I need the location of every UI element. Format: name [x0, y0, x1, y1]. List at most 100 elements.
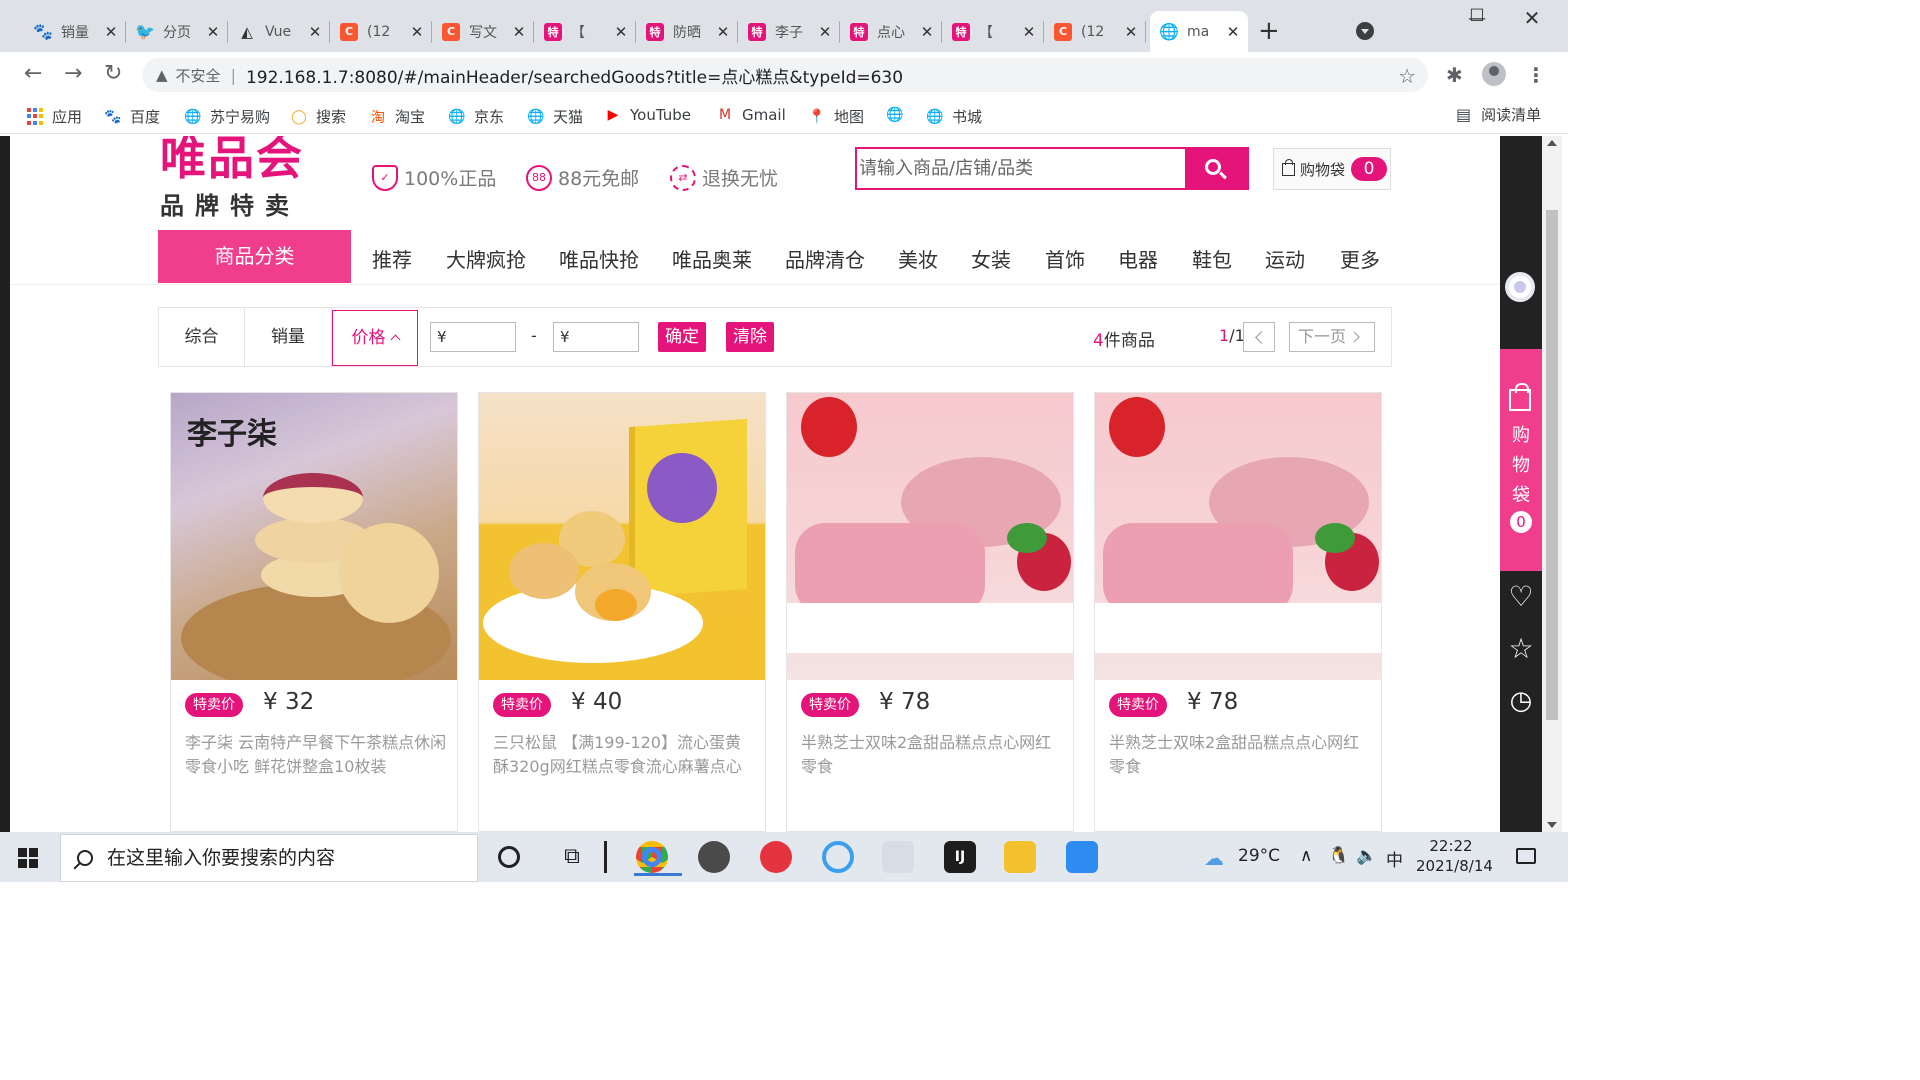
product-title[interactable]: 半熟芝士双味2盒甜品糕点点心网红零食 — [801, 731, 1063, 779]
browser-menu-icon[interactable]: ⋮ — [1526, 63, 1546, 87]
site-search-button[interactable] — [1185, 149, 1247, 188]
nav-item[interactable]: 品牌清仓 — [785, 244, 865, 273]
file-explorer-icon[interactable] — [1004, 841, 1036, 873]
browser-tab[interactable]: 特防晒 ✕ — [636, 11, 738, 52]
max-price-input[interactable] — [553, 322, 639, 352]
tab-search-icon[interactable] — [1356, 22, 1374, 40]
browser-tab[interactable]: C 写文 ✕ — [432, 11, 534, 52]
taskbar-search-input[interactable] — [107, 847, 467, 869]
volume-icon[interactable]: 🔈 — [1356, 846, 1377, 866]
close-tab-icon[interactable]: ✕ — [818, 23, 832, 41]
product-image-egg-yolk-pastry[interactable] — [479, 393, 765, 680]
close-tab-icon[interactable]: ✕ — [104, 23, 118, 41]
nav-item[interactable]: 美妆 — [898, 244, 938, 273]
bookmark-item[interactable]: 📍 地图 — [808, 106, 864, 127]
min-price-input[interactable] — [430, 322, 516, 352]
close-tab-icon[interactable]: ✕ — [1226, 23, 1240, 41]
bookmark-item[interactable]: ◯ 搜索 — [290, 106, 346, 127]
nav-item[interactable]: 更多 — [1340, 244, 1380, 273]
close-window-icon[interactable]: ✕ — [1520, 6, 1544, 30]
monitor-app-icon[interactable] — [882, 841, 914, 873]
task-view-icon[interactable]: ⧉ — [556, 841, 588, 873]
user-photo-app-icon[interactable] — [698, 841, 730, 873]
browser-tab[interactable]: 🐾 销量 ✕ — [24, 11, 126, 52]
star-icon[interactable]: ☆ — [1500, 632, 1542, 665]
bookmark-item[interactable]: ▶ YouTube — [604, 106, 691, 124]
profile-avatar[interactable] — [1482, 62, 1506, 86]
bookmark-item[interactable]: 应用 — [26, 106, 82, 127]
maximize-icon[interactable]: ☐ — [1465, 6, 1489, 26]
bookmark-item[interactable]: 🌐 京东 — [448, 106, 504, 127]
qq-icon[interactable]: 🐧 — [1328, 846, 1349, 866]
nav-item[interactable]: 女装 — [971, 244, 1011, 273]
warning-icon[interactable]: ▲ — [156, 66, 168, 84]
notes-app-icon[interactable] — [1066, 841, 1098, 873]
weather-temperature[interactable]: 29°C — [1238, 846, 1280, 866]
bookmark-item[interactable]: 淘淘宝 — [369, 106, 425, 127]
nav-item[interactable]: 大牌疯抢 — [446, 244, 526, 273]
close-tab-icon[interactable]: ✕ — [410, 23, 424, 41]
page-scrollbar[interactable] — [1542, 136, 1562, 832]
close-tab-icon[interactable]: ✕ — [716, 23, 730, 41]
browser-tab[interactable]: C (12 ✕ — [1044, 11, 1146, 52]
extensions-puzzle-icon[interactable]: ✱ — [1446, 63, 1463, 87]
close-tab-icon[interactable]: ✕ — [512, 23, 526, 41]
price-clear-button[interactable]: 清除 — [726, 322, 774, 352]
notification-icon[interactable] — [1516, 848, 1536, 864]
browser-tab[interactable]: 特李子 ✕ — [738, 11, 840, 52]
reading-list-button[interactable]: ▤ 阅读清单 — [1456, 104, 1541, 125]
site-search-input[interactable] — [857, 149, 1185, 188]
chrome-app-icon[interactable] — [634, 841, 682, 876]
bookmark-item[interactable]: 🌐 苏宁易购 — [184, 106, 270, 127]
weather-cloud-icon[interactable]: ☁ — [1204, 846, 1224, 870]
windows-start-icon[interactable] — [18, 848, 38, 868]
scroll-down-icon[interactable] — [1547, 822, 1557, 828]
netease-music-icon[interactable] — [760, 841, 792, 873]
close-tab-icon[interactable]: ✕ — [1022, 23, 1036, 41]
new-tab-button[interactable]: + — [1258, 18, 1280, 44]
nav-item[interactable]: 推荐 — [372, 244, 412, 273]
browser-tab[interactable]: 🐦 分页 ✕ — [126, 11, 228, 52]
nav-item[interactable]: 唯品奥莱 — [672, 244, 752, 273]
close-tab-icon[interactable]: ✕ — [1124, 23, 1138, 41]
close-tab-icon[interactable]: ✕ — [920, 23, 934, 41]
forward-icon[interactable]: → — [64, 62, 82, 86]
product-card[interactable]: 特卖价 ¥ 40 三只松鼠 【满199-120】流心蛋黄酥320g网红糕点零食流… — [478, 392, 766, 832]
bookmark-item[interactable]: 🌐 书城 — [926, 106, 982, 127]
back-icon[interactable]: ← — [24, 62, 42, 86]
intellij-app-icon[interactable]: IJ — [944, 841, 976, 873]
browser-tab[interactable]: ◭ Vue ✕ — [228, 11, 330, 52]
product-image-cheese-cake[interactable] — [787, 393, 1073, 680]
tray-chevron-up-icon[interactable]: ∧ — [1300, 846, 1312, 866]
product-card[interactable]: 特卖价 ¥ 78 半熟芝士双味2盒甜品糕点点心网红零食 — [1094, 392, 1382, 832]
system-clock[interactable]: 22:22 2021/8/14 — [1416, 836, 1493, 876]
nav-item[interactable]: 电器 — [1118, 244, 1158, 273]
sidebar-cart-button[interactable]: 购物袋 0 — [1500, 349, 1542, 571]
user-avatar-icon[interactable] — [1505, 272, 1535, 302]
sort-price[interactable]: 价格 — [332, 310, 418, 366]
prev-page-button[interactable] — [1243, 322, 1275, 352]
close-tab-icon[interactable]: ✕ — [308, 23, 322, 41]
cortana-icon[interactable] — [498, 846, 520, 868]
close-tab-icon[interactable]: ✕ — [614, 23, 628, 41]
browser-tab[interactable]: 特【 ✕ — [942, 11, 1044, 52]
close-tab-icon[interactable]: ✕ — [206, 23, 220, 41]
nav-item[interactable]: 鞋包 — [1192, 244, 1232, 273]
product-title[interactable]: 三只松鼠 【满199-120】流心蛋黄酥320g网红糕点零食流心麻薯点心 — [493, 731, 755, 779]
bookmark-star-icon[interactable]: ☆ — [1398, 64, 1416, 88]
browser-app-icon[interactable] — [822, 841, 854, 873]
reload-icon[interactable]: ↻ — [104, 62, 122, 86]
product-title[interactable]: 半熟芝士双味2盒甜品糕点点心网红零食 — [1109, 731, 1371, 779]
site-logo[interactable]: 唯品会 — [160, 136, 304, 184]
history-clock-icon[interactable]: ◷ — [1500, 686, 1542, 716]
browser-tab[interactable]: C (12 ✕ — [330, 11, 432, 52]
sort-sales[interactable]: 销量 — [245, 308, 332, 366]
bookmark-item[interactable]: M Gmail — [716, 106, 786, 124]
browser-tab[interactable]: 特点心 ✕ — [840, 11, 942, 52]
next-page-button[interactable]: 下一页 — [1289, 322, 1375, 352]
bookmark-item[interactable]: 🌐 — [886, 106, 912, 124]
nav-item[interactable]: 首饰 — [1045, 244, 1085, 273]
scroll-up-icon[interactable] — [1547, 140, 1557, 146]
url-text[interactable]: 192.168.1.7:8080/#/mainHeader/searchedGo… — [246, 63, 903, 88]
product-card[interactable]: 特卖价 ¥ 78 半熟芝士双味2盒甜品糕点点心网红零食 — [786, 392, 1074, 832]
